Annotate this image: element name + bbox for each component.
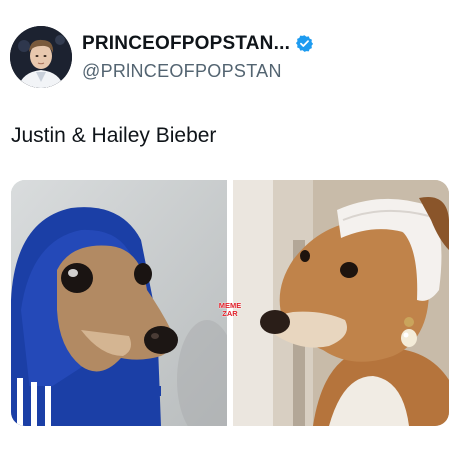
memezar-watermark-logo: MEME ZAR xyxy=(216,300,244,319)
avatar[interactable] xyxy=(10,26,72,88)
dog-with-headband-image xyxy=(233,180,449,426)
watermark-line-2: ZAR xyxy=(222,309,238,318)
user-handle[interactable]: @PRlNCEOFPOPSTAN xyxy=(82,61,314,82)
dog-in-hoodie-image xyxy=(11,180,227,426)
media-image-left[interactable] xyxy=(11,180,227,426)
tweet-media[interactable]: MEME ZAR xyxy=(11,180,449,426)
tweet-text: Justin & Hailey Bieber xyxy=(11,124,217,147)
display-name[interactable]: PRINCEOFPOPSTAN... xyxy=(82,33,290,55)
verified-badge-icon xyxy=(295,34,314,53)
avatar-image xyxy=(10,26,72,88)
tweet-header: PRINCEOFPOPSTAN... @PRlNCEOFPOPSTAN xyxy=(10,26,314,88)
media-image-right[interactable] xyxy=(233,180,449,426)
